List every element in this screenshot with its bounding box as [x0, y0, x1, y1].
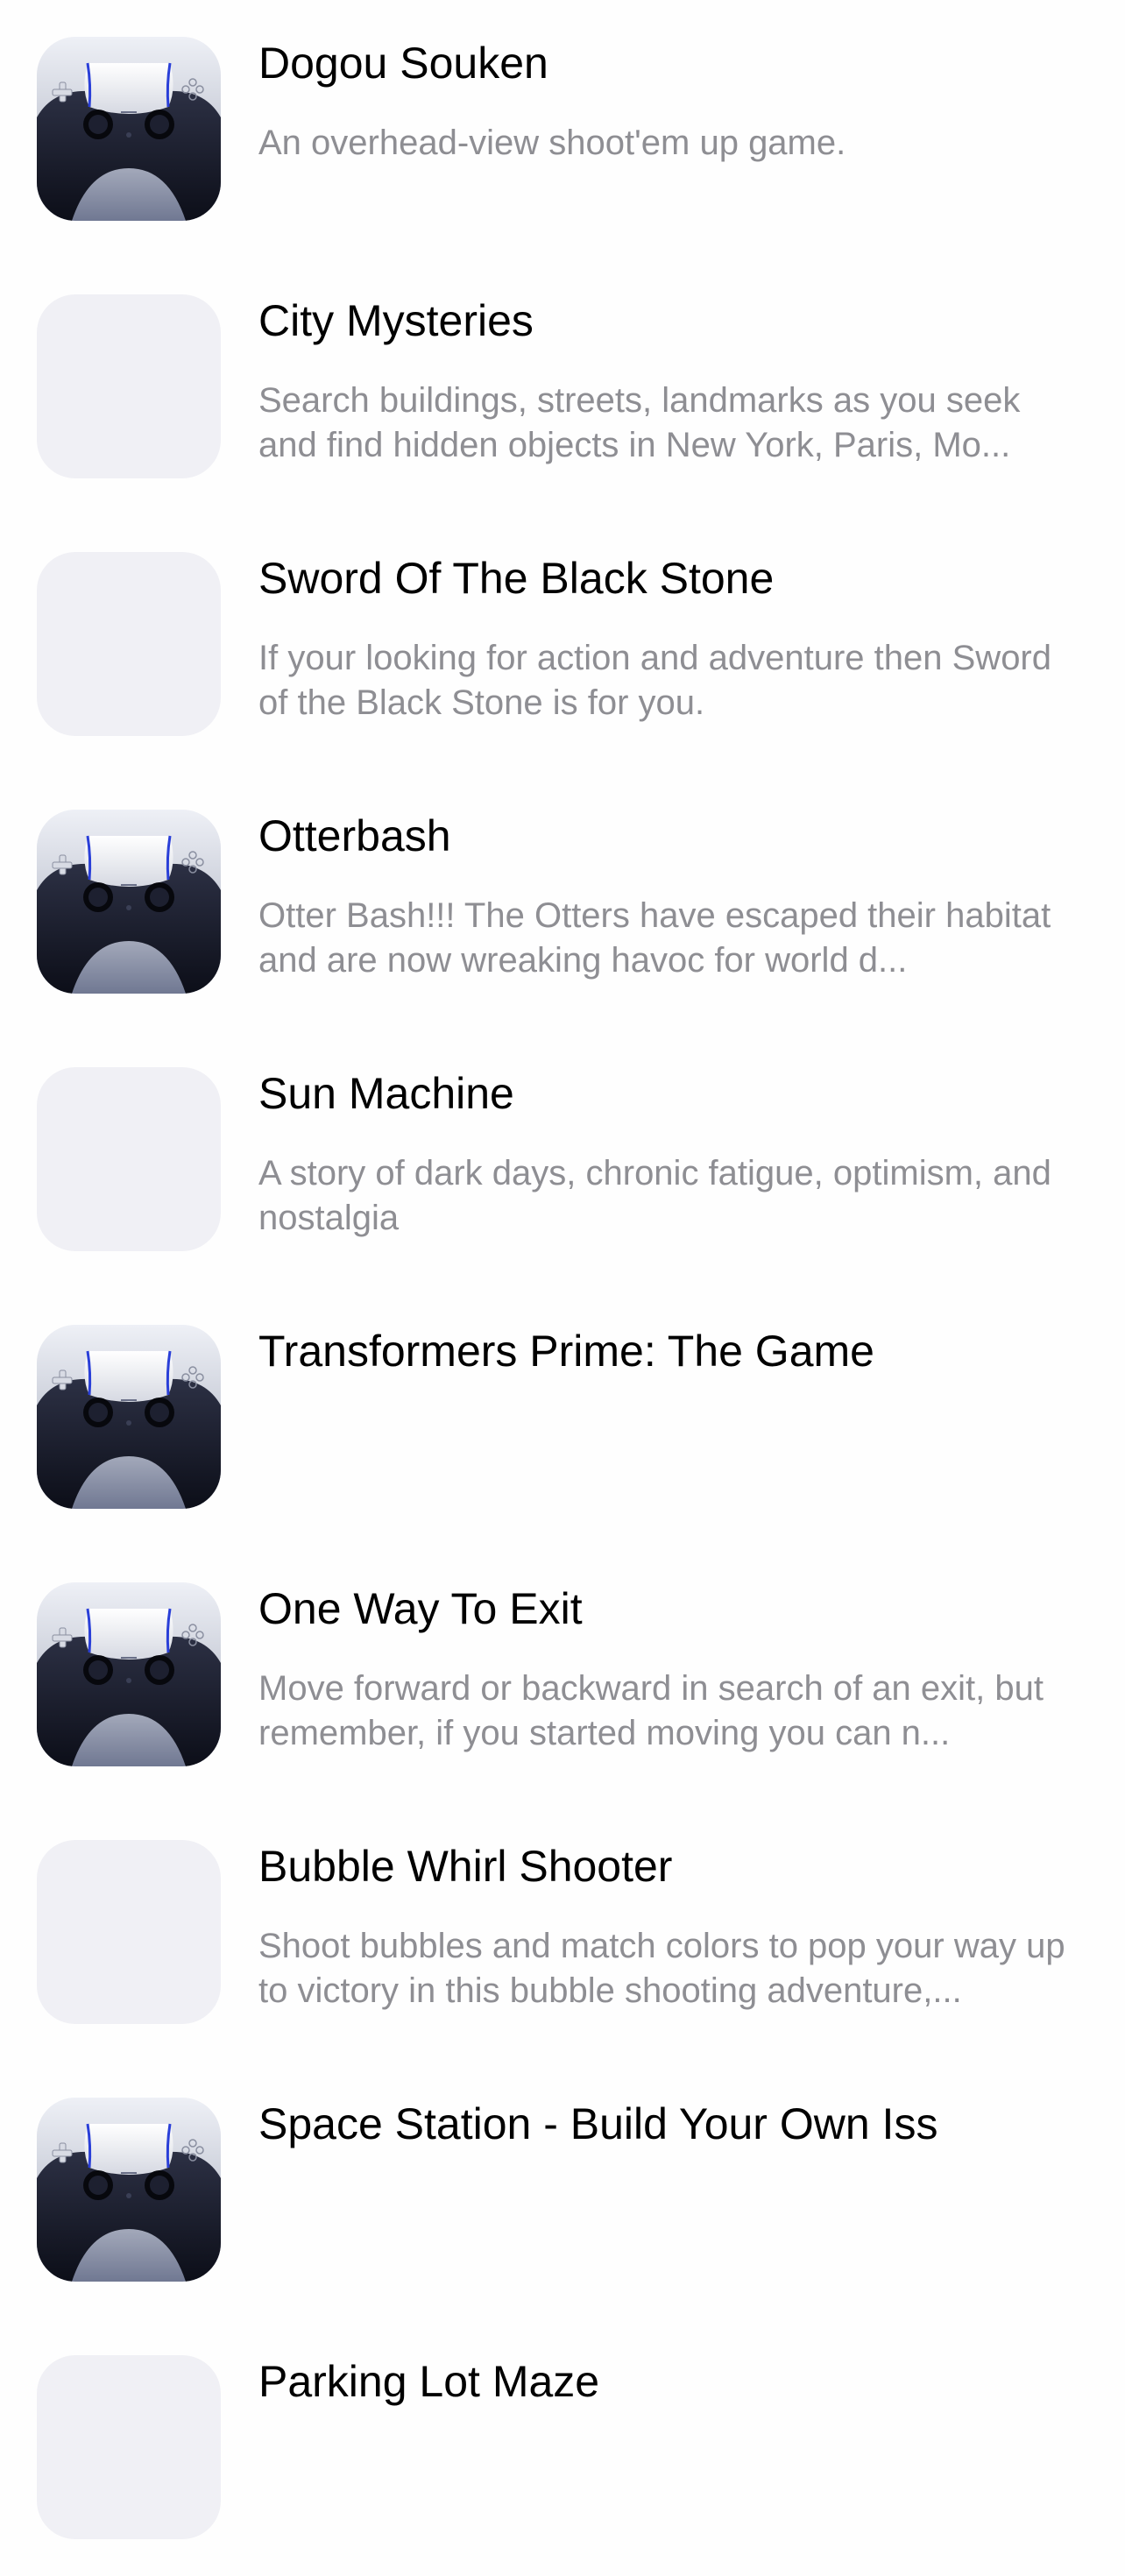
- game-title: Transformers Prime: The Game: [258, 1327, 874, 1376]
- game-description: A story of dark days, chronic fatigue, o…: [258, 1154, 1051, 1237]
- game-list-item[interactable]: City Mysteries Search buildings, streets…: [0, 258, 1125, 515]
- placeholder-icon: [37, 552, 221, 736]
- game-list-item[interactable]: Bubble Whirl Shooter Shoot bubbles and m…: [0, 1803, 1125, 2061]
- placeholder-icon: [37, 1840, 221, 2024]
- gamepad-icon: [37, 810, 221, 994]
- gamepad-icon: [37, 37, 221, 221]
- game-list-item[interactable]: One Way To Exit Move forward or backward…: [0, 1546, 1125, 1803]
- game-description: Search buildings, streets, landmarks as …: [258, 381, 1021, 464]
- game-list-item[interactable]: Sword Of The Black Stone If your looking…: [0, 515, 1125, 773]
- game-list: Dogou Souken An overhead-view shoot'em u…: [0, 0, 1125, 2576]
- game-description: An overhead-view shoot'em up game.: [258, 124, 846, 162]
- game-description: Move forward or backward in search of an…: [258, 1669, 1044, 1752]
- gamepad-icon: [37, 1325, 221, 1509]
- game-title: Dogou Souken: [258, 39, 548, 88]
- game-list-item[interactable]: Sun Machine A story of dark days, chroni…: [0, 1030, 1125, 1288]
- game-list-item[interactable]: Dogou Souken An overhead-view shoot'em u…: [0, 0, 1125, 258]
- game-title: Space Station - Build Your Own Iss: [258, 2099, 938, 2148]
- placeholder-icon: [37, 294, 221, 478]
- game-title: City Mysteries: [258, 296, 534, 345]
- game-title: Sword Of The Black Stone: [258, 554, 775, 603]
- game-list-item[interactable]: Otterbash Otter Bash!!! The Otters have …: [0, 773, 1125, 1030]
- game-description: Otter Bash!!! The Otters have escaped th…: [258, 896, 1051, 980]
- placeholder-icon: [37, 1067, 221, 1251]
- gamepad-icon: [37, 2098, 221, 2282]
- game-list-item[interactable]: Parking Lot Maze: [0, 2318, 1125, 2576]
- game-description: Shoot bubbles and match colors to pop yo…: [258, 1927, 1065, 2010]
- game-description: If your looking for action and adventure…: [258, 639, 1051, 722]
- game-title: Sun Machine: [258, 1069, 514, 1118]
- gamepad-icon: [37, 1582, 221, 1766]
- game-title: Parking Lot Maze: [258, 2357, 600, 2406]
- game-title: One Way To Exit: [258, 1584, 583, 1633]
- game-title: Otterbash: [258, 811, 451, 860]
- game-list-item[interactable]: Space Station - Build Your Own Iss: [0, 2061, 1125, 2318]
- game-title: Bubble Whirl Shooter: [258, 1842, 673, 1891]
- game-list-item[interactable]: Transformers Prime: The Game: [0, 1288, 1125, 1546]
- placeholder-icon: [37, 2355, 221, 2539]
